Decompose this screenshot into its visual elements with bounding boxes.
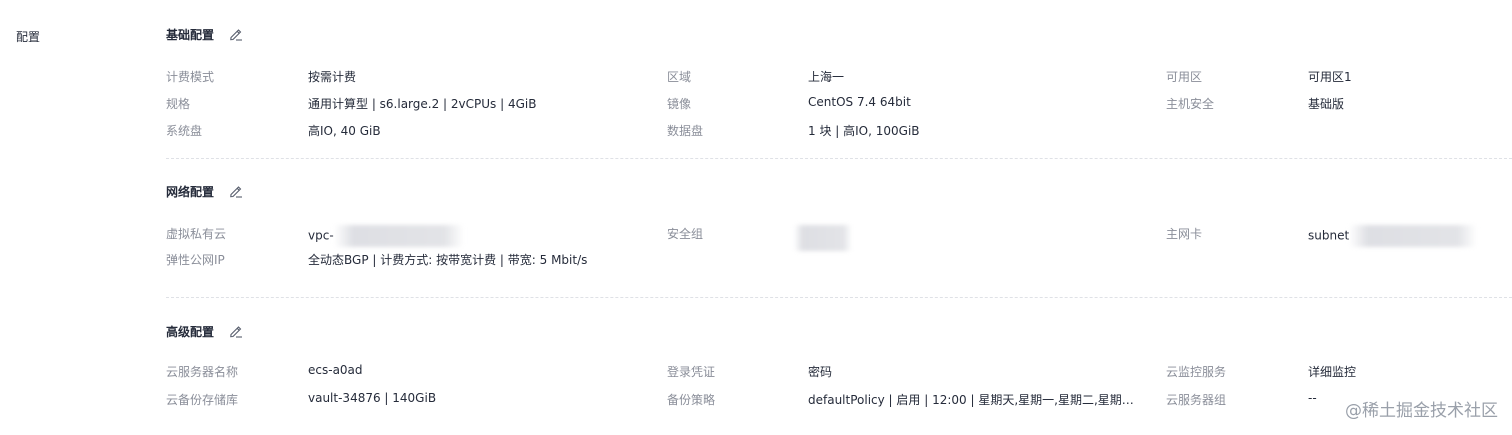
basic-config-title: 基础配置: [166, 27, 215, 42]
security-group-label: 安全组: [667, 227, 704, 241]
host-security-value: 基础版: [1308, 97, 1345, 111]
system-disk-value: 高IO, 40 GiB: [308, 124, 381, 138]
network-config-title: 网络配置: [166, 184, 215, 199]
basic-row-1: 计费模式 按需计费 区域 上海一 可用区 可用区1: [166, 68, 1512, 86]
server-group-label: 云服务器组: [1166, 393, 1227, 407]
primary-nic-label: 主网卡: [1166, 227, 1203, 241]
server-name-value: ecs-a0ad: [308, 363, 363, 377]
edit-network-config-icon[interactable]: [228, 183, 244, 199]
advanced-row-1: 云服务器名称 ecs-a0ad 登录凭证 密码 云监控服务 详细监控: [166, 363, 1512, 381]
billing-mode-value: 按需计费: [308, 70, 357, 84]
backup-vault-label: 云备份存储库: [166, 393, 239, 407]
advanced-config-header: 高级配置: [166, 321, 244, 341]
network-config-header: 网络配置: [166, 181, 244, 201]
data-disk-label: 数据盘: [667, 124, 704, 138]
edit-advanced-config-icon[interactable]: [228, 323, 244, 339]
primary-nic-value-text: subnet: [1308, 228, 1350, 243]
redacted-security-group: [794, 225, 852, 251]
backup-vault-value[interactable]: vault-34876 | 140GiB: [308, 391, 436, 405]
region-value: 上海一: [808, 70, 845, 84]
login-credential-value: 密码: [808, 365, 833, 379]
section-divider: [166, 297, 1512, 298]
backup-policy-label: 备份策略: [667, 393, 716, 407]
server-group-value: --: [1308, 391, 1317, 405]
page-label: 配置: [16, 30, 41, 44]
system-disk-label: 系统盘: [166, 124, 203, 138]
watermark: @稀土掘金技术社区: [1345, 401, 1498, 421]
section-divider: [166, 158, 1512, 159]
cloud-monitor-value: 详细监控: [1308, 365, 1357, 379]
server-name-label: 云服务器名称: [166, 365, 239, 379]
basic-config-header: 基础配置: [166, 24, 244, 44]
backup-policy-value[interactable]: defaultPolicy | 启用 | 12:00 | 星期天,星期一,星期二…: [808, 391, 1144, 408]
edit-basic-config-icon[interactable]: [228, 26, 244, 42]
security-group-value[interactable]: [794, 225, 852, 251]
image-label: 镜像: [667, 97, 692, 111]
flavor-label: 规格: [166, 97, 191, 111]
flavor-value: 通用计算型 | s6.large.2 | 2vCPUs | 4GiB: [308, 97, 537, 111]
data-disk-value: 1 块 | 高IO, 100GiB: [808, 124, 920, 138]
vpc-value[interactable]: vpc-: [308, 225, 464, 247]
region-label: 区域: [667, 70, 692, 84]
basic-config-section: 基础配置 计费模式 按需计费 区域 上海一 可用区 可用区1 规格 通用计算型 …: [166, 24, 1512, 144]
host-security-label: 主机安全: [1166, 97, 1215, 111]
primary-nic-value[interactable]: subnet: [1308, 225, 1478, 247]
cloud-monitor-label: 云监控服务: [1166, 365, 1227, 379]
eip-value: 全动态BGP | 计费方式: 按带宽计费 | 带宽: 5 Mbit/s: [308, 253, 588, 267]
basic-row-2: 规格 通用计算型 | s6.large.2 | 2vCPUs | 4GiB 镜像…: [166, 95, 1512, 113]
network-config-section: 网络配置 虚拟私有云 vpc- 安全组 主网卡 subnet 弹性公网IP 全动…: [166, 181, 1512, 281]
redacted-vpc: [333, 225, 464, 247]
image-value: CentOS 7.4 64bit: [808, 95, 911, 109]
login-credential-label: 登录凭证: [667, 365, 716, 379]
advanced-config-section: 高级配置 云服务器名称 ecs-a0ad 登录凭证 密码 云监控服务 详细监控 …: [166, 321, 1512, 421]
az-label: 可用区: [1166, 70, 1203, 84]
redacted-subnet: [1349, 225, 1478, 247]
billing-mode-label: 计费模式: [166, 70, 215, 84]
az-value: 可用区1: [1308, 70, 1352, 84]
basic-row-3: 系统盘 高IO, 40 GiB 数据盘 1 块 | 高IO, 100GiB: [166, 122, 1512, 140]
advanced-row-2: 云备份存储库 vault-34876 | 140GiB 备份策略 default…: [166, 391, 1512, 409]
eip-label: 弹性公网IP: [166, 253, 225, 267]
vpc-label: 虚拟私有云: [166, 227, 227, 241]
network-row-1: 虚拟私有云 vpc- 安全组 主网卡 subnet: [166, 225, 1512, 251]
network-row-2: 弹性公网IP 全动态BGP | 计费方式: 按带宽计费 | 带宽: 5 Mbit…: [166, 251, 1512, 269]
vpc-value-text: vpc-: [308, 228, 334, 243]
advanced-config-title: 高级配置: [166, 324, 215, 339]
